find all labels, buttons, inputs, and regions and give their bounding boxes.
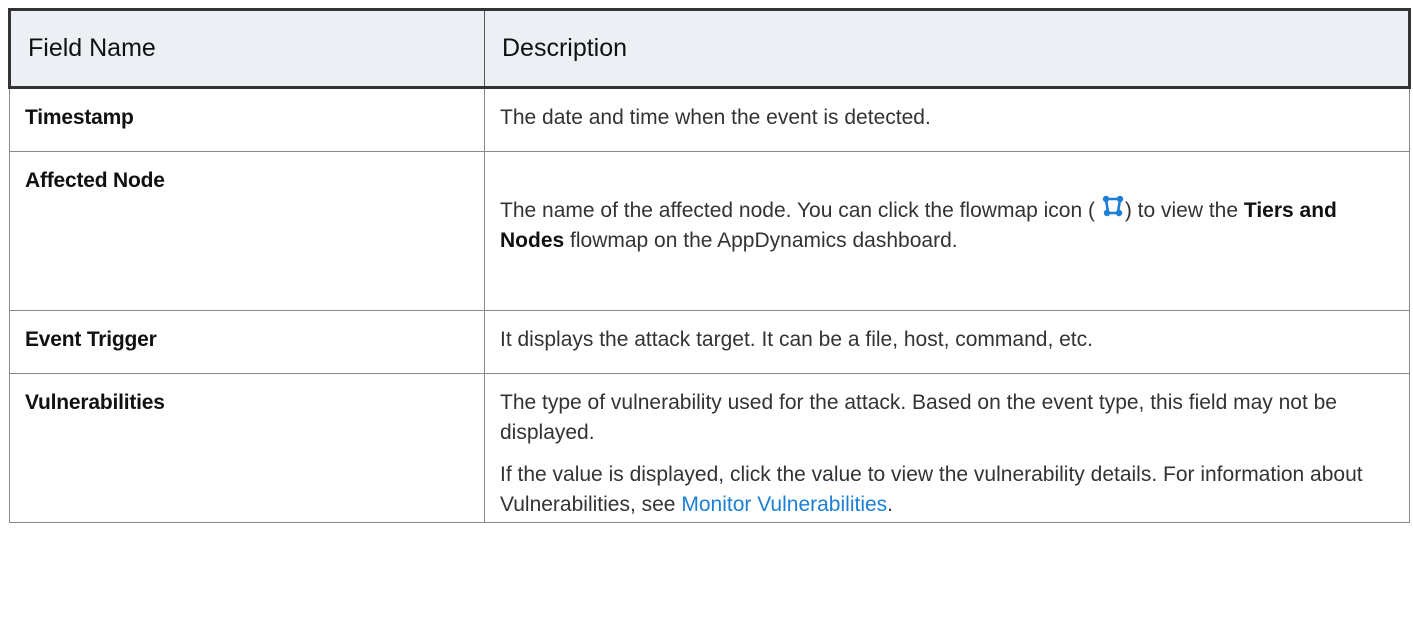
description-text: If the value is displayed, click the val… <box>500 463 1363 516</box>
description-cell: The type of vulnerability used for the a… <box>484 373 1410 523</box>
table-row: Affected Node The name of the affected n… <box>9 151 1410 311</box>
table-row: Event Trigger It displays the attack tar… <box>9 310 1410 374</box>
field-description-table: Field Name Description Timestamp The dat… <box>8 8 1411 523</box>
table-row: Vulnerabilities The type of vulnerabilit… <box>9 373 1410 523</box>
field-name-cell: Timestamp <box>9 87 485 152</box>
description-cell: The date and time when the event is dete… <box>484 87 1410 152</box>
description-text: ) to view the <box>1124 199 1239 222</box>
header-field-name: Field Name <box>8 8 485 89</box>
description-cell: The name of the affected node. You can c… <box>484 151 1410 311</box>
header-description: Description <box>484 8 1411 89</box>
field-name-cell: Affected Node <box>9 151 485 311</box>
monitor-vulnerabilities-link[interactable]: Monitor Vulnerabilities <box>681 493 887 516</box>
field-name-cell: Event Trigger <box>9 310 485 374</box>
description-cell: It displays the attack target. It can be… <box>484 310 1410 374</box>
description-text: flowmap on the AppDynamics dashboard. <box>570 229 958 252</box>
table-row: Timestamp The date and time when the eve… <box>9 87 1410 152</box>
description-paragraph: If the value is displayed, click the val… <box>500 460 1395 520</box>
flowmap-icon[interactable] <box>1101 195 1125 222</box>
table-header-row: Field Name Description <box>8 8 1411 89</box>
field-name-cell: Vulnerabilities <box>9 373 485 523</box>
description-text: The name of the affected node. You can c… <box>500 199 1095 222</box>
description-paragraph: The type of vulnerability used for the a… <box>500 391 1337 444</box>
description-text: . <box>887 493 894 516</box>
